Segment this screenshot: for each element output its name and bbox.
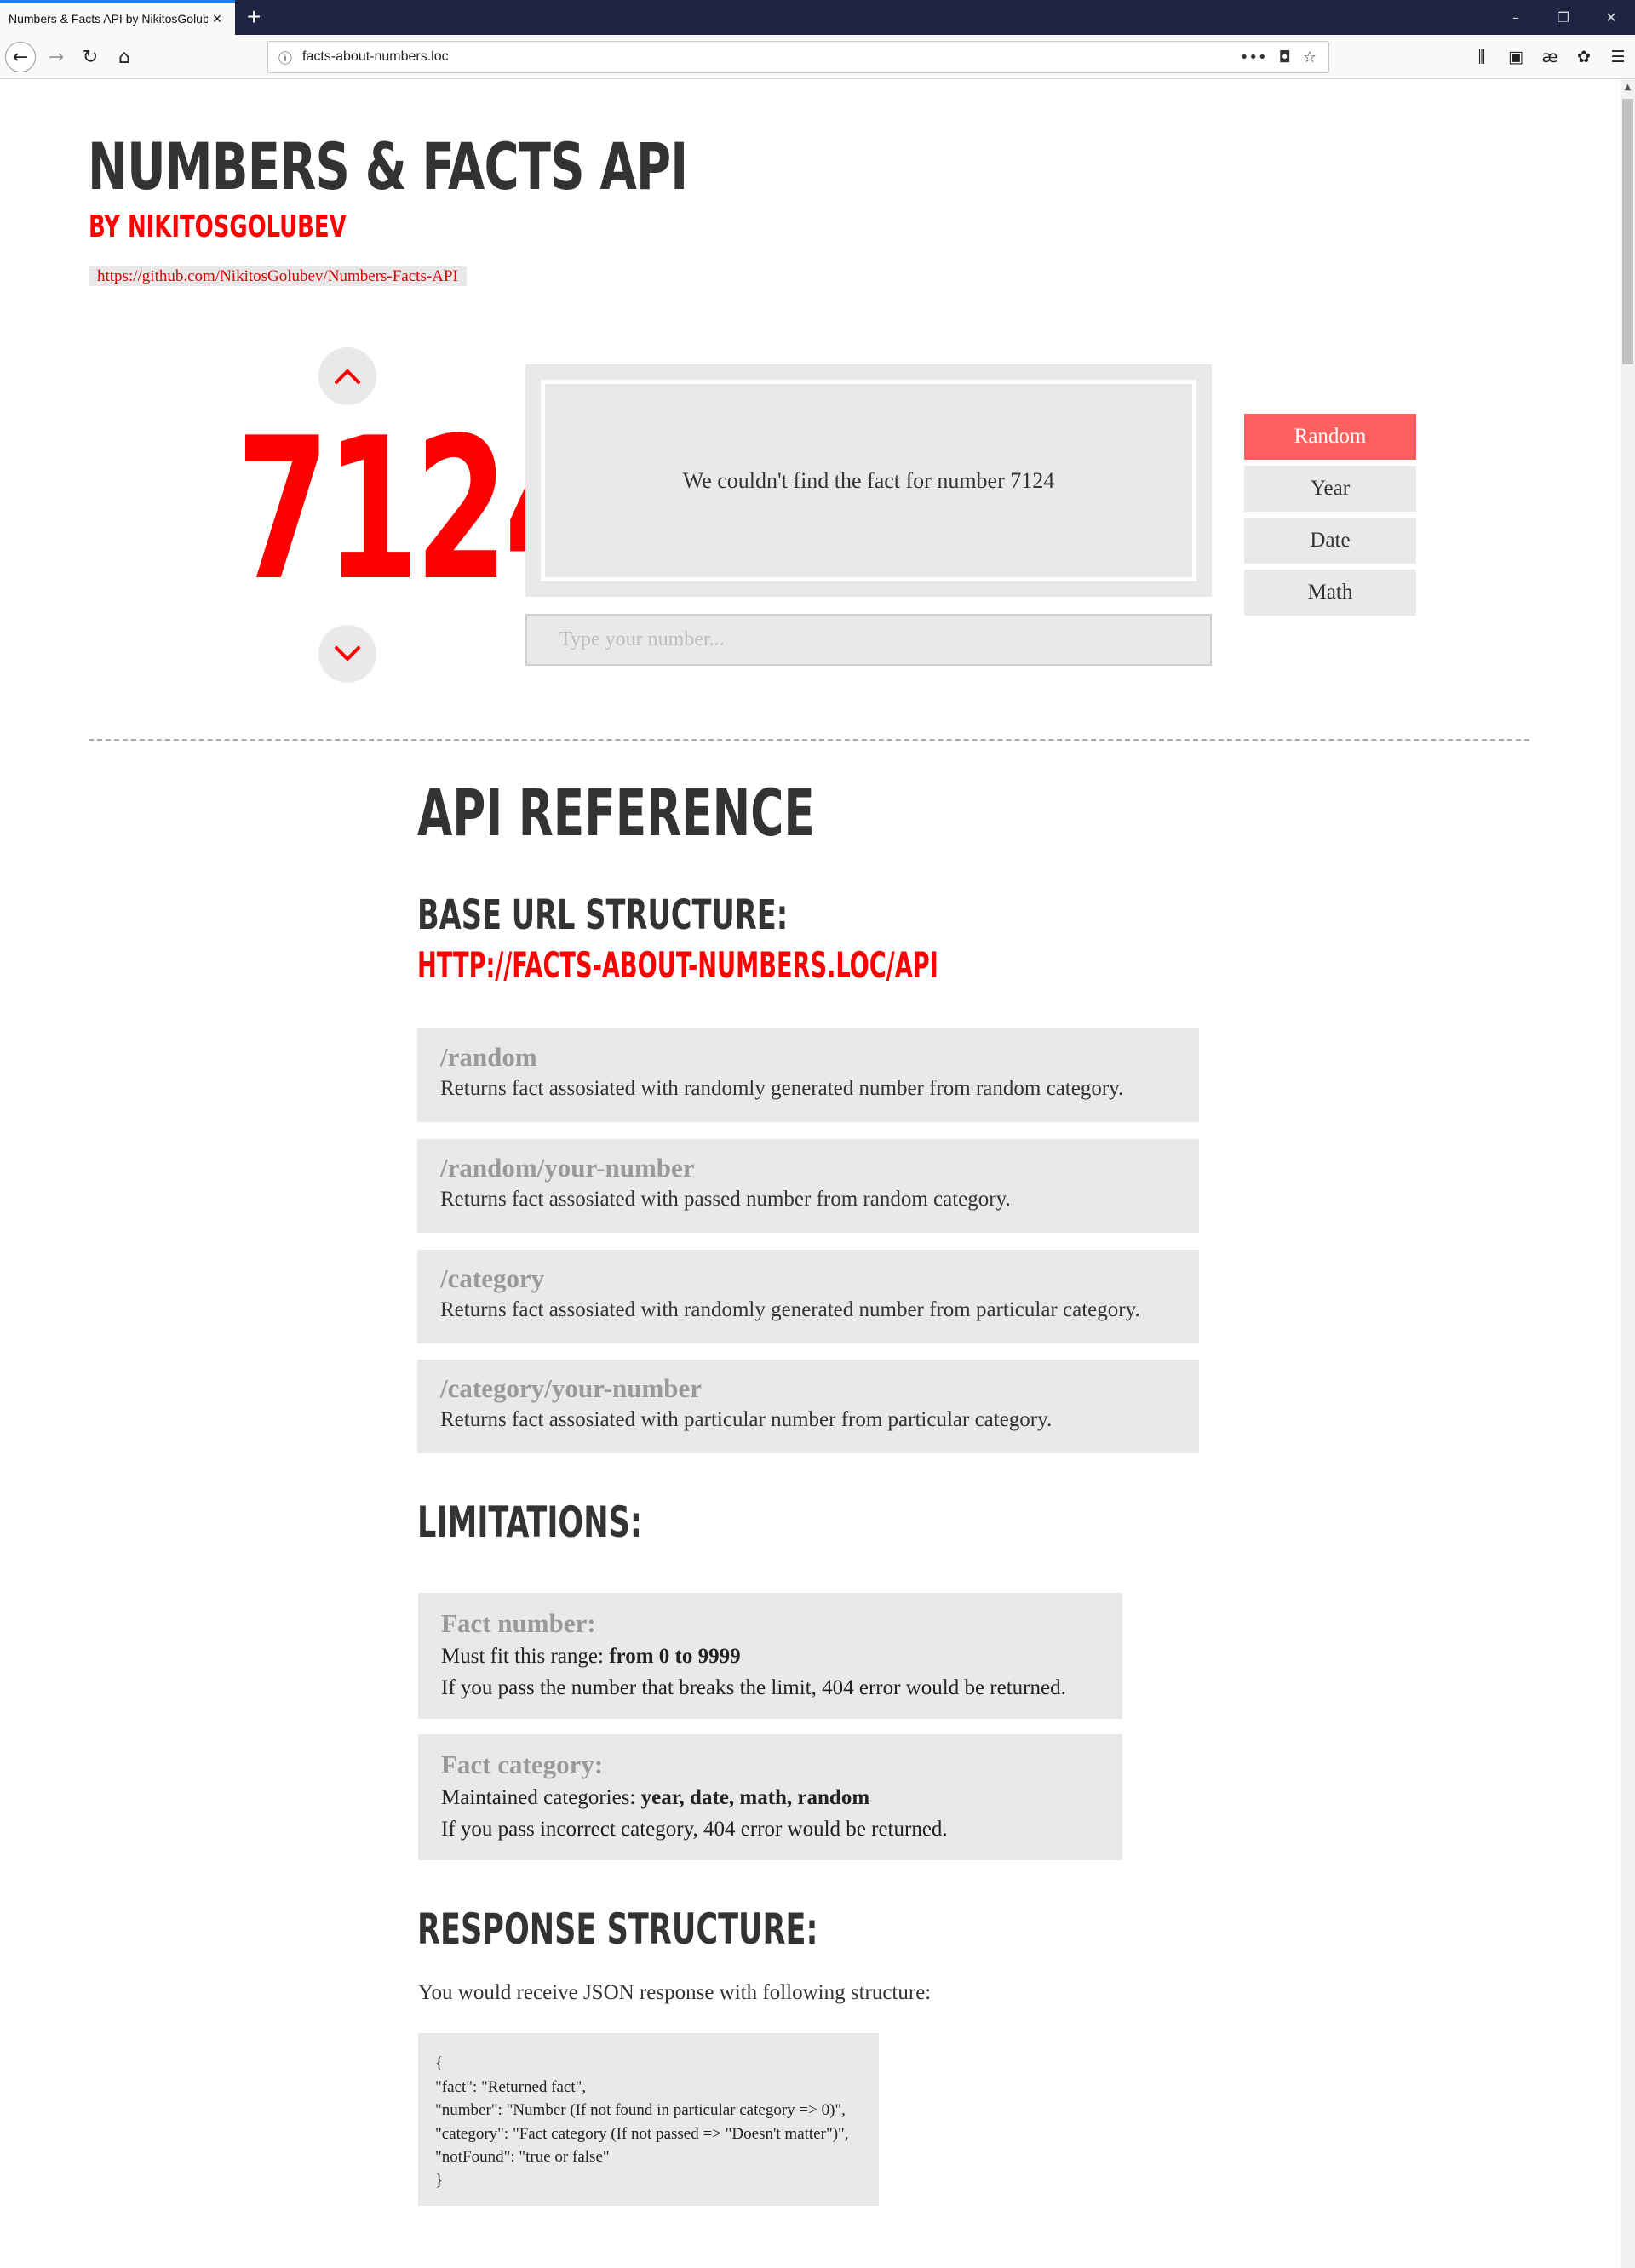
browser-titlebar: Numbers & Facts API by NikitosGolubev × … <box>0 0 1635 35</box>
endpoint-description: Returns fact assosiated with randomly ge… <box>440 1298 1140 1321</box>
current-number: 7124 <box>236 397 598 624</box>
more-actions-icon[interactable]: ••• <box>1240 49 1267 66</box>
menu-icon[interactable]: ☰ <box>1601 48 1635 66</box>
sidebar-icon[interactable]: ▣ <box>1499 48 1533 66</box>
scroll-thumb[interactable] <box>1622 99 1633 364</box>
limitation-title: Fact category: <box>441 1750 604 1779</box>
library-icon[interactable]: ⫼ <box>1465 48 1499 66</box>
info-icon[interactable]: ⓘ <box>268 47 302 67</box>
fact-text: We couldn't find the fact for number 712… <box>541 380 1196 581</box>
page-title: Numbers & Facts API <box>88 129 688 204</box>
home-icon[interactable]: ⌂ <box>109 42 140 72</box>
forward-arrow-icon[interactable]: → <box>41 42 72 72</box>
pocket-icon[interactable]: ◘ <box>1279 49 1291 66</box>
url-text[interactable]: facts-about-numbers.loc <box>302 49 1240 65</box>
endpoint-description: Returns fact assosiated with passed numb… <box>440 1188 1011 1211</box>
bookmark-star-icon[interactable]: ☆ <box>1303 49 1317 66</box>
endpoint-card: /random/your-number Returns fact assosia… <box>417 1139 1199 1233</box>
scroll-up-icon[interactable]: ▲ <box>1621 80 1635 94</box>
endpoint-description: Returns fact assosiated with randomly ge… <box>440 1077 1124 1100</box>
response-structure-heading: Response structure: <box>417 1904 818 1954</box>
category-math-button[interactable]: Math <box>1244 570 1416 616</box>
section-divider <box>89 739 1529 741</box>
close-window-icon[interactable]: ✕ <box>1587 0 1635 35</box>
endpoint-path: /category <box>440 1263 545 1293</box>
decrement-button[interactable] <box>318 625 376 683</box>
number-input[interactable] <box>525 614 1212 666</box>
chevron-down-icon <box>335 646 360 661</box>
browser-tab[interactable]: Numbers & Facts API by NikitosGolubev × <box>0 0 235 35</box>
api-reference-heading: API Reference <box>417 775 815 850</box>
tab-title: Numbers & Facts API by NikitosGolubev <box>9 12 208 26</box>
url-bar[interactable]: ⓘ facts-about-numbers.loc ••• ◘ ☆ <box>267 41 1329 73</box>
category-random-button[interactable]: Random <box>1244 414 1416 460</box>
fact-panel: We couldn't find the fact for number 712… <box>525 364 1212 597</box>
limitation-note: If you pass the number that breaks the l… <box>441 1676 1066 1699</box>
limitation-card: Fact number: Must fit this range: from 0… <box>418 1593 1122 1719</box>
category-year-button[interactable]: Year <box>1244 466 1416 512</box>
endpoint-card: /category Returns fact assosiated with r… <box>417 1250 1199 1343</box>
response-code-block: { "fact": "Returned fact", "number": "Nu… <box>418 2033 879 2206</box>
response-intro: You would receive JSON response with fol… <box>418 1981 932 2004</box>
limitation-note: If you pass incorrect category, 404 erro… <box>441 1818 948 1841</box>
close-icon[interactable]: × <box>208 10 227 28</box>
endpoint-description: Returns fact assosiated with particular … <box>440 1408 1053 1431</box>
restore-icon[interactable]: ❐ <box>1540 0 1587 35</box>
minimize-icon[interactable]: – <box>1492 0 1540 35</box>
limitation-card: Fact category: Maintained categories: ye… <box>418 1734 1122 1860</box>
limitation-rule: Maintained categories: year, date, math,… <box>441 1786 870 1809</box>
endpoint-card: /category/your-number Returns fact assos… <box>417 1360 1199 1453</box>
endpoint-card: /random Returns fact assosiated with ran… <box>417 1028 1199 1122</box>
base-url-heading: Base URL structure: <box>417 891 789 939</box>
limitation-title: Fact number: <box>441 1608 596 1638</box>
page-scrollbar[interactable]: ▲ <box>1621 80 1635 2268</box>
limitation-rule: Must fit this range: from 0 to 9999 <box>441 1645 741 1668</box>
chevron-up-icon <box>335 369 360 384</box>
ae-extension-icon[interactable]: æ <box>1533 48 1567 66</box>
window-controls: – ❐ ✕ <box>1492 0 1635 35</box>
reload-icon[interactable]: ↻ <box>75 42 106 72</box>
endpoint-path: /random <box>440 1042 537 1072</box>
browser-navbar: ← → ↻ ⌂ ⓘ facts-about-numbers.loc ••• ◘ … <box>0 35 1635 79</box>
back-arrow-icon[interactable]: ← <box>5 42 36 72</box>
page-subtitle: By NikitosGolubev <box>89 209 347 244</box>
limitations-heading: Limitations: <box>417 1498 642 1547</box>
repo-link[interactable]: https://github.com/NikitosGolubev/Number… <box>89 266 467 286</box>
paw-extension-icon[interactable]: ✿ <box>1567 48 1601 66</box>
category-date-button[interactable]: Date <box>1244 518 1416 564</box>
endpoint-path: /category/your-number <box>440 1373 703 1403</box>
endpoint-path: /random/your-number <box>440 1153 695 1183</box>
base-url: http://facts-about-numbers.loc/api <box>417 944 938 986</box>
plus-icon[interactable]: + <box>247 3 261 31</box>
